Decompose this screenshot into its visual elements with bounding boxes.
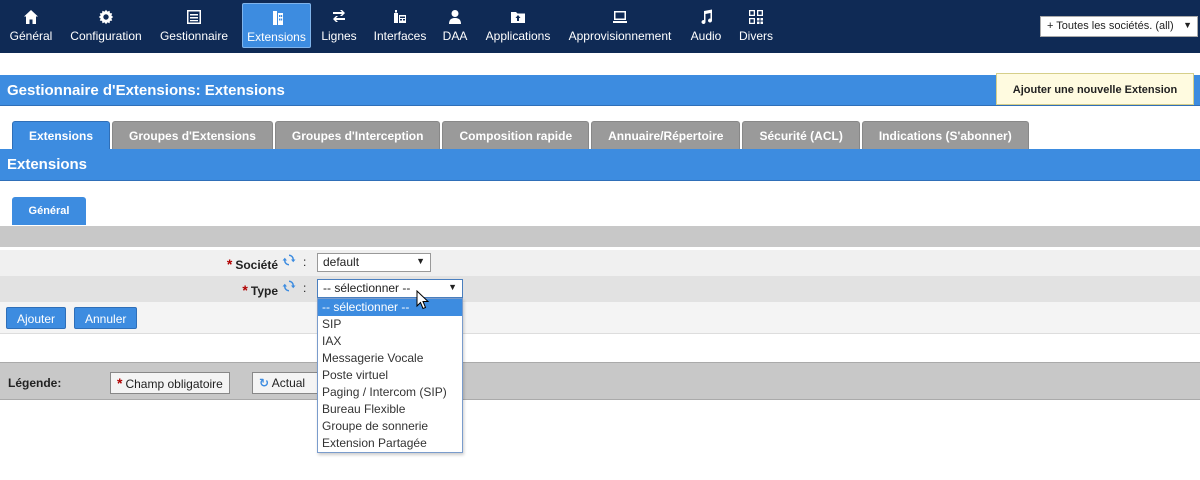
nav-label: Extensions <box>247 30 306 44</box>
dropdown-option[interactable]: Messagerie Vocale <box>318 350 462 367</box>
legend-refresh-text: Actual <box>271 376 306 390</box>
chevron-down-icon: ▼ <box>1183 20 1192 30</box>
societe-label: * Société <box>227 256 278 272</box>
tab-securite[interactable]: Sécurité (ACL) <box>742 121 860 149</box>
nav-label: Approvisionnement <box>568 29 672 43</box>
tab-groupes-interception[interactable]: Groupes d'Interception <box>274 121 441 149</box>
refresh-icon[interactable] <box>282 279 296 293</box>
add-button[interactable]: Ajouter <box>6 307 67 329</box>
societe-select[interactable]: default ▼ <box>317 253 431 272</box>
nav-label: Audio <box>690 29 722 43</box>
mouse-cursor-icon <box>416 290 430 310</box>
nav-label: Gestionnaire <box>159 29 229 43</box>
grid-icon <box>747 8 765 26</box>
nav-label: Divers <box>738 29 773 43</box>
field-colon: : <box>303 281 307 295</box>
dropdown-option[interactable]: Paging / Intercom (SIP) <box>318 384 462 401</box>
dropdown-option[interactable]: Extension Partagée <box>318 435 462 452</box>
nav-configuration[interactable]: Configuration <box>66 3 146 48</box>
required-marker: * <box>242 282 248 298</box>
legend-required-text: Champ obligatoire <box>125 377 223 391</box>
chevron-down-icon: ▼ <box>416 256 425 266</box>
dropdown-option[interactable]: IAX <box>318 333 462 350</box>
gear-icon <box>97 8 115 26</box>
section-title: Extensions <box>7 156 88 173</box>
nav-extensions[interactable]: Extensions <box>242 3 311 48</box>
company-filter-value: + Toutes les sociétés. (all) <box>1047 20 1174 32</box>
dropdown-option[interactable]: SIP <box>318 316 462 333</box>
nav-label: Lignes <box>321 29 357 43</box>
type-label: * Type <box>242 282 278 298</box>
dropdown-option[interactable]: -- sélectionner -- <box>318 299 462 316</box>
nav-label: DAA <box>442 29 468 43</box>
nav-label: Configuration <box>70 29 142 43</box>
user-icon <box>446 8 464 26</box>
add-extension-button[interactable]: Ajouter une nouvelle Extension <box>996 73 1194 105</box>
required-marker: * <box>226 256 233 272</box>
refresh-icon: ↻ <box>259 376 270 390</box>
nav-label: Interfaces <box>373 29 427 43</box>
phone-icon <box>268 9 286 27</box>
form-actions: Ajouter Annuler <box>0 302 1200 334</box>
nav-label: Applications <box>485 29 551 43</box>
page-title: Gestionnaire d'Extensions: Extensions <box>7 82 285 99</box>
nav-applications[interactable]: Applications <box>481 3 555 48</box>
tab-groupes-extensions[interactable]: Groupes d'Extensions <box>112 121 273 149</box>
section-tabs: Extensions Groupes d'Extensions Groupes … <box>12 121 1031 149</box>
nav-lignes[interactable]: Lignes <box>318 3 360 48</box>
refresh-icon[interactable] <box>282 253 296 267</box>
tab-annuaire[interactable]: Annuaire/Répertoire <box>591 121 741 149</box>
music-icon <box>697 8 715 26</box>
tab-indications[interactable]: Indications (S'abonner) <box>861 121 1029 149</box>
required-marker: * <box>117 375 123 391</box>
folder-icon <box>509 8 527 26</box>
type-dropdown-list: -- sélectionner -- SIP IAX Messagerie Vo… <box>317 298 463 453</box>
chevron-down-icon: ▼ <box>448 282 457 292</box>
nav-approvisionnement[interactable]: Approvisionnement <box>565 3 675 48</box>
nav-label: Général <box>9 29 53 43</box>
nav-audio[interactable]: Audio <box>686 3 726 48</box>
type-select[interactable]: -- sélectionner -- ▼ <box>317 279 463 298</box>
nav-daa[interactable]: DAA <box>440 3 470 48</box>
legend-label: Légende: <box>8 376 62 390</box>
legend-bar: Légende: * Champ obligatoire ↻ Actual <box>0 362 1200 400</box>
nav-gestionnaire[interactable]: Gestionnaire <box>156 3 232 48</box>
company-filter-select[interactable]: + Toutes les sociétés. (all) ▼ <box>1040 16 1198 37</box>
societe-label-text: Société <box>235 258 278 272</box>
tab-composition-rapide[interactable]: Composition rapide <box>442 121 590 149</box>
nav-general[interactable]: Général <box>6 3 56 48</box>
desk-phone-icon <box>611 8 629 26</box>
dropdown-option[interactable]: Poste virtuel <box>318 367 462 384</box>
legend-refresh: ↻ Actual <box>252 372 322 394</box>
subtab-general[interactable]: Général <box>12 197 86 225</box>
top-navigation-bar: Général Configuration Gestionnaire Exten… <box>0 0 1200 53</box>
list-icon <box>185 8 203 26</box>
cancel-button[interactable]: Annuler <box>74 307 138 329</box>
field-colon: : <box>303 255 307 269</box>
home-icon <box>22 8 40 26</box>
fax-icon <box>391 8 409 26</box>
route-icon <box>330 8 348 26</box>
type-label-text: Type <box>250 284 278 298</box>
nav-interfaces[interactable]: Interfaces <box>370 3 430 48</box>
form-row-type: * Type : -- sélectionner -- ▼ <box>0 276 1200 302</box>
form-header-strip <box>0 226 1200 247</box>
section-header: Extensions <box>0 149 1200 181</box>
dropdown-option[interactable]: Bureau Flexible <box>318 401 462 418</box>
form-row-societe: * Société : default ▼ <box>0 250 1200 276</box>
societe-select-value: default <box>323 255 360 269</box>
dropdown-option[interactable]: Groupe de sonnerie <box>318 418 462 435</box>
nav-divers[interactable]: Divers <box>736 3 776 48</box>
tab-extensions[interactable]: Extensions <box>12 121 111 149</box>
legend-required: * Champ obligatoire <box>110 372 230 394</box>
type-select-value: -- sélectionner -- <box>323 281 411 295</box>
